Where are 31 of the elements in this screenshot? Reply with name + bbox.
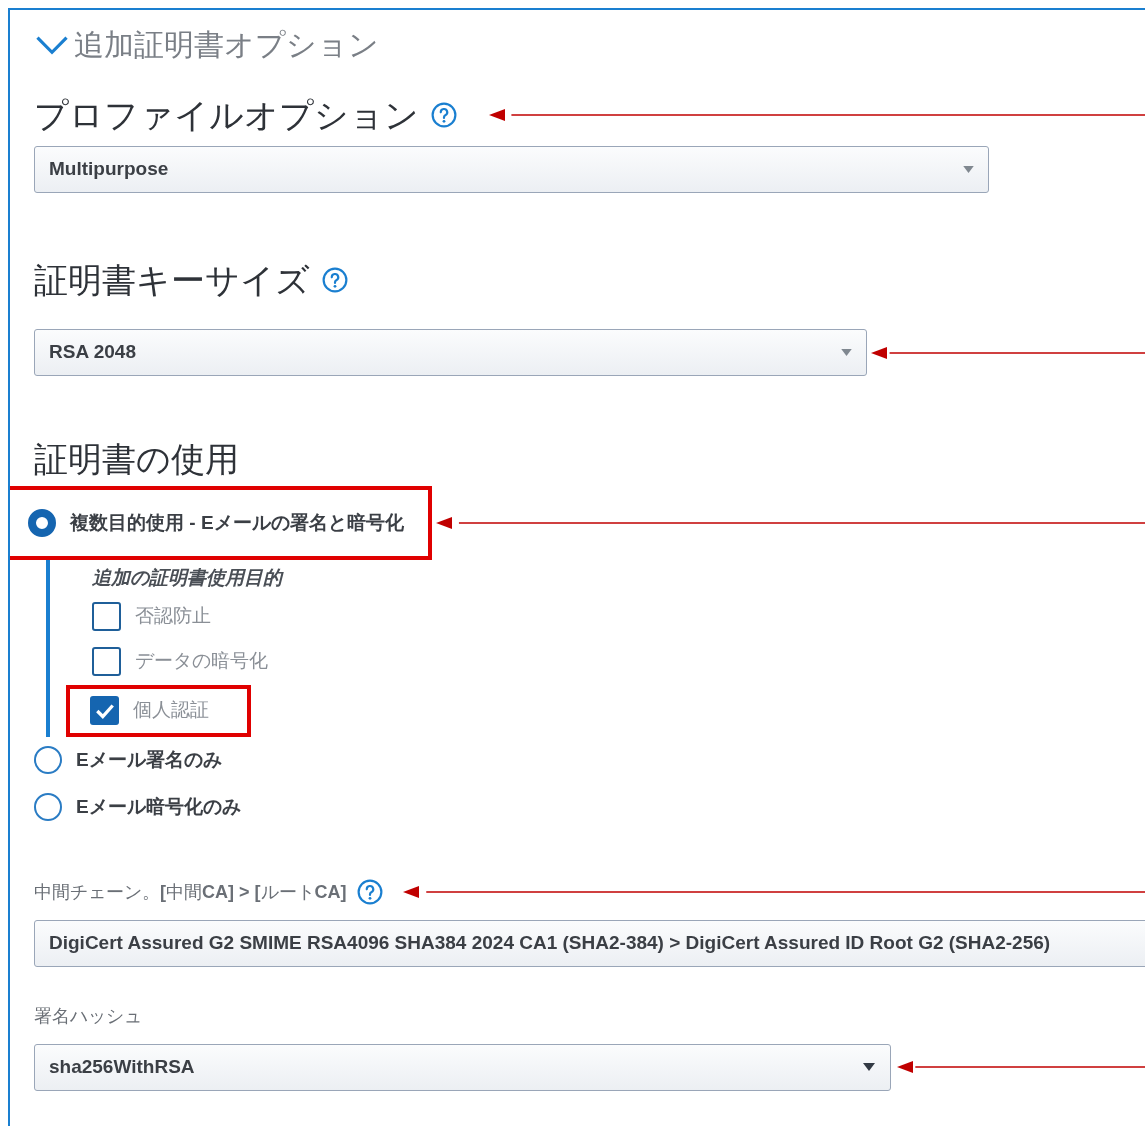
dropdown-caret-icon bbox=[841, 349, 852, 356]
key-size-dropdown[interactable]: RSA 2048 bbox=[34, 329, 867, 376]
select-value: RSA 2048 bbox=[49, 340, 136, 365]
select-value: Multipurpose bbox=[49, 157, 169, 182]
dropdown-caret-icon bbox=[862, 1063, 876, 1071]
field-label: 中間チェーン。[中間CA] > [ルートCA] bbox=[34, 880, 347, 904]
checkbox[interactable] bbox=[90, 696, 119, 725]
section-heading: 証明書の使用 bbox=[34, 442, 240, 476]
field-label: 署名ハッシュ bbox=[34, 1004, 143, 1028]
checkbox[interactable] bbox=[92, 646, 121, 676]
radio-label[interactable]: Eメール署名のみ bbox=[76, 745, 222, 775]
radio-selected[interactable] bbox=[28, 509, 56, 537]
sub-heading: 追加の証明書使用目的 bbox=[92, 566, 282, 590]
radio-label[interactable]: 複数目的使用 - Eメールの署名と暗号化 bbox=[70, 508, 404, 538]
section-heading: プロファイルオプション bbox=[34, 98, 419, 132]
chevron-down-icon[interactable] bbox=[34, 35, 70, 55]
profile-dropdown[interactable]: Multipurpose bbox=[34, 146, 989, 193]
help-icon[interactable] bbox=[356, 879, 383, 905]
checkbox[interactable] bbox=[92, 601, 121, 631]
section-title[interactable]: 追加証明書オプション bbox=[74, 30, 379, 60]
select-value: sha256WithRSA bbox=[49, 1054, 195, 1079]
dropdown-caret-icon bbox=[963, 166, 974, 173]
select-value: DigiCert Assured G2 SMIME RSA4096 SHA384 2024 CA1 (SHA2-384) > DigiCert Assured ID Root G2 (SHA2-256) bbox=[49, 930, 1051, 955]
hash-dropdown[interactable]: sha256WithRSA bbox=[34, 1043, 891, 1091]
radio-button[interactable] bbox=[34, 746, 62, 774]
radio-label[interactable]: Eメール暗号化のみ bbox=[76, 792, 241, 822]
radio-button[interactable] bbox=[34, 793, 62, 821]
chain-dropdown[interactable]: DigiCert Assured G2 SMIME RSA4096 SHA384 2024 CA1 (SHA2-384) > DigiCert Assured ID Root G2 (SHA2-256) bbox=[34, 919, 1145, 967]
help-icon[interactable] bbox=[431, 102, 457, 128]
help-icon[interactable] bbox=[322, 267, 348, 293]
section-heading: 証明書キーサイズ bbox=[34, 263, 310, 297]
